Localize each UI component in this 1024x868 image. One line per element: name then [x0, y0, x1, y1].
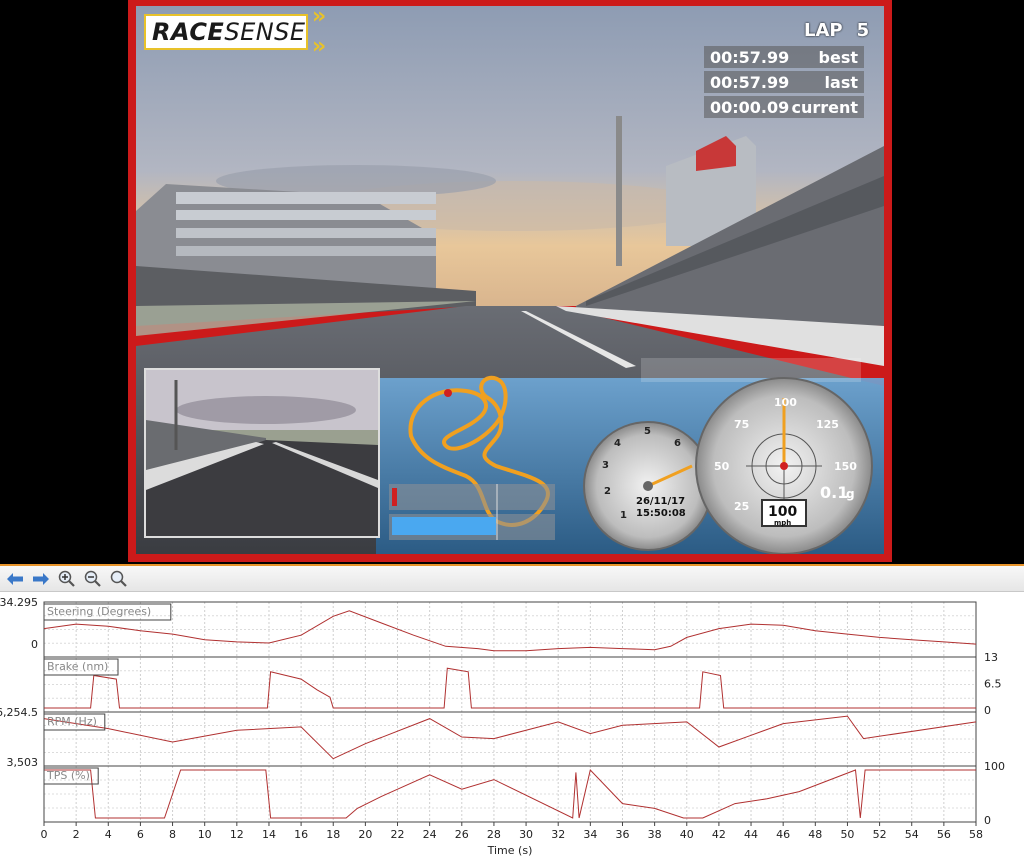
- x-tick-label: 6: [137, 828, 144, 841]
- x-tick-label: 30: [519, 828, 533, 841]
- x-tick-label: 50: [840, 828, 854, 841]
- x-tick-label: 12: [230, 828, 244, 841]
- rpm-tick: 1: [620, 510, 627, 521]
- telemetry-panel: Steering (Degrees) 34.295 0 Brake (nm) 13 6.5…: [0, 564, 1024, 868]
- speed-tick: 75: [734, 418, 749, 431]
- x-tick-label: 0: [41, 828, 48, 841]
- x-tick-label: 32: [551, 828, 565, 841]
- panel-label: Steering (Degrees): [47, 605, 151, 618]
- x-tick-label: 22: [391, 828, 405, 841]
- speed-value: 100: [768, 504, 797, 520]
- x-tick-label: 52: [873, 828, 887, 841]
- x-tick-label: 56: [937, 828, 951, 841]
- y-tick-label: 6,254.5: [0, 706, 38, 719]
- x-tick-label: 24: [423, 828, 437, 841]
- g-force-value: 0.1: [820, 483, 848, 502]
- zoom-fit-icon[interactable]: [108, 568, 130, 590]
- x-tick-label: 4: [105, 828, 112, 841]
- x-tick-label: 44: [744, 828, 758, 841]
- x-axis-label: Time (s): [487, 844, 533, 857]
- date-text: 26/11/17: [636, 496, 685, 507]
- video-frame: RACE SENSE » » LAP 5 00:57.99 best 00:57.…: [128, 0, 892, 562]
- speed-unit: mph: [774, 519, 791, 527]
- speed-tick: 100: [774, 396, 797, 409]
- speed-tick: 150: [834, 460, 857, 473]
- video-viewport: RACE SENSE » » LAP 5 00:57.99 best 00:57.…: [136, 6, 884, 554]
- speed-tick: 25: [734, 500, 749, 513]
- x-tick-label: 34: [583, 828, 597, 841]
- chart-toolbar: [0, 566, 1024, 592]
- x-tick-label: 16: [294, 828, 308, 841]
- y-tick-label: 13: [984, 651, 998, 664]
- zoom-out-icon[interactable]: [82, 568, 104, 590]
- x-tick-label: 28: [487, 828, 501, 841]
- x-tick-label: 54: [905, 828, 919, 841]
- y-tick-label: 0: [31, 638, 38, 651]
- rpm-tick: 3: [602, 460, 609, 471]
- x-tick-label: 40: [680, 828, 694, 841]
- forward-arrow-icon[interactable]: [30, 568, 52, 590]
- y-tick-label: 100: [984, 760, 1005, 773]
- x-tick-label: 48: [808, 828, 822, 841]
- panel-label: TPS (%): [46, 769, 90, 782]
- rpm-tick: 5: [644, 426, 651, 437]
- x-tick-label: 58: [969, 828, 983, 841]
- clock-text: 15:50:08: [636, 508, 686, 519]
- x-tick-label: 18: [326, 828, 340, 841]
- gauge-overlay: 1 2 3 4 5 6 26/11/17 15:50:08 25 50 75 1…: [602, 396, 857, 527]
- x-tick-label: 36: [615, 828, 629, 841]
- x-tick-label: 8: [169, 828, 176, 841]
- y-tick-label: 3,503: [7, 756, 39, 769]
- rpm-tick: 2: [604, 486, 611, 497]
- back-arrow-icon[interactable]: [4, 568, 26, 590]
- g-force-unit: g: [846, 487, 855, 501]
- rpm-tick: 4: [614, 438, 621, 449]
- series-line: [44, 667, 976, 709]
- speed-tick: 50: [714, 460, 730, 473]
- x-tick-label: 46: [776, 828, 790, 841]
- speed-tick: 125: [816, 418, 839, 431]
- zoom-in-icon[interactable]: [56, 568, 78, 590]
- x-tick-label: 20: [358, 828, 372, 841]
- y-tick-label: 0: [984, 814, 991, 827]
- y-tick-label: 0: [984, 704, 991, 717]
- panel-label: RPM (Hz): [47, 715, 97, 728]
- x-tick-label: 10: [198, 828, 212, 841]
- y-tick-label: 34.295: [0, 596, 38, 609]
- x-tick-label: 42: [712, 828, 726, 841]
- x-tick-label: 26: [455, 828, 469, 841]
- panel-label: Brake (nm): [47, 660, 108, 673]
- x-tick-label: 2: [73, 828, 80, 841]
- x-tick-label: 14: [262, 828, 276, 841]
- telemetry-chart[interactable]: Steering (Degrees) 34.295 0 Brake (nm) 13 6.5…: [0, 592, 1024, 868]
- y-tick-label: 6.5: [984, 678, 1002, 691]
- series-line: [43, 610, 977, 652]
- rpm-tick: 6: [674, 438, 681, 449]
- x-tick-label: 38: [648, 828, 662, 841]
